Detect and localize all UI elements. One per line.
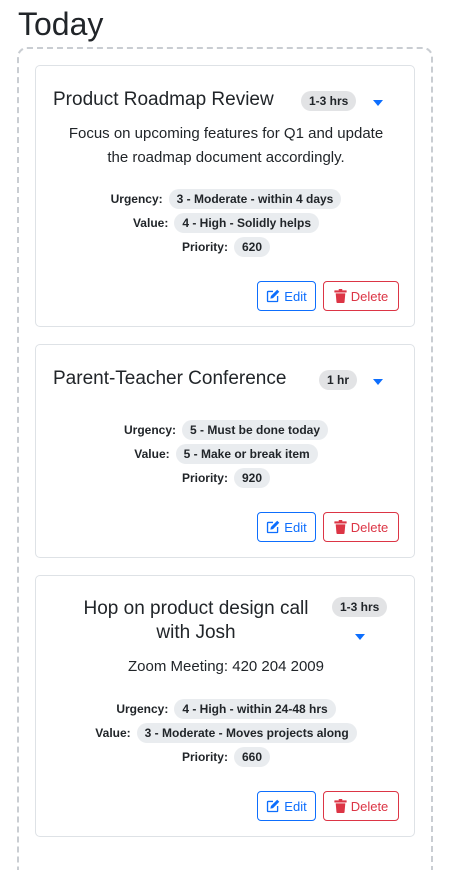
urgency-row: Urgency: 4 - High - within 24-48 hrs xyxy=(36,698,416,720)
chevron-down-icon[interactable] xyxy=(372,99,384,107)
value-row: Value: 4 - High - Solidly helps xyxy=(36,212,416,234)
edit-label: Edit xyxy=(284,519,307,535)
duration-badge: 1 hr xyxy=(319,370,358,390)
urgency-badge: 4 - High - within 24-48 hrs xyxy=(174,699,336,719)
urgency-row: Urgency: 5 - Must be done today xyxy=(36,419,416,441)
value-label: Value: xyxy=(134,447,170,461)
duration-badge: 1-3 hrs xyxy=(332,597,388,617)
task-card: Hop on product design call with Josh 1-3… xyxy=(35,575,415,837)
edit-button[interactable]: Edit xyxy=(257,791,316,821)
delete-button[interactable]: Delete xyxy=(323,281,399,311)
value-label: Value: xyxy=(95,726,131,740)
page-title: Today xyxy=(18,6,104,42)
priority-badge: 660 xyxy=(233,747,271,767)
urgency-badge: 5 - Must be done today xyxy=(182,420,329,440)
task-title: Hop on product design call with Josh xyxy=(83,598,309,643)
edit-icon xyxy=(266,520,280,534)
task-card: Product Roadmap Review 1-3 hrs Focus on … xyxy=(35,65,415,327)
edit-button[interactable]: Edit xyxy=(257,512,316,542)
delete-button[interactable]: Delete xyxy=(323,791,399,821)
delete-label: Delete xyxy=(350,798,389,814)
value-badge: 5 - Make or break item xyxy=(175,444,318,464)
edit-label: Edit xyxy=(284,798,307,814)
task-description: Zoom Meeting: 420 204 2009 xyxy=(128,658,324,675)
duration-badge: 1-3 hrs xyxy=(301,91,357,111)
urgency-row: Urgency: 3 - Moderate - within 4 days xyxy=(36,188,416,210)
chevron-down-icon[interactable] xyxy=(354,633,366,641)
priority-row: Priority: 660 xyxy=(36,746,416,768)
urgency-badge: 3 - Moderate - within 4 days xyxy=(168,189,342,209)
priority-label: Priority: xyxy=(181,471,228,485)
edit-icon xyxy=(266,799,280,813)
urgency-label: Urgency: xyxy=(116,702,169,716)
edit-button[interactable]: Edit xyxy=(257,281,316,311)
value-label: Value: xyxy=(132,216,169,230)
priority-badge: 920 xyxy=(233,468,271,488)
delete-label: Delete xyxy=(350,519,389,535)
chevron-down-icon[interactable] xyxy=(372,378,384,386)
value-badge: 3 - Moderate - Moves projects along xyxy=(136,723,357,743)
edit-label: Edit xyxy=(284,288,307,304)
delete-button[interactable]: Delete xyxy=(323,512,399,542)
edit-icon xyxy=(266,289,280,303)
trash-icon xyxy=(334,520,347,534)
task-description: Focus on upcoming features for Q1 and up… xyxy=(68,125,384,166)
trash-icon xyxy=(334,289,347,303)
urgency-label: Urgency: xyxy=(110,192,163,206)
task-title: Parent-Teacher Conference xyxy=(53,368,287,389)
value-row: Value: 3 - Moderate - Moves projects alo… xyxy=(36,722,416,744)
priority-row: Priority: 620 xyxy=(36,236,416,258)
priority-badge: 620 xyxy=(233,237,271,257)
trash-icon xyxy=(334,799,347,813)
priority-label: Priority: xyxy=(181,750,228,764)
value-badge: 4 - High - Solidly helps xyxy=(174,213,320,233)
delete-label: Delete xyxy=(350,288,389,304)
urgency-label: Urgency: xyxy=(123,423,176,437)
priority-label: Priority: xyxy=(181,240,228,254)
task-card: Parent-Teacher Conference 1 hr Urgency: … xyxy=(35,344,415,558)
priority-row: Priority: 920 xyxy=(36,467,416,489)
value-row: Value: 5 - Make or break item xyxy=(36,443,416,465)
task-title: Product Roadmap Review xyxy=(53,89,274,110)
